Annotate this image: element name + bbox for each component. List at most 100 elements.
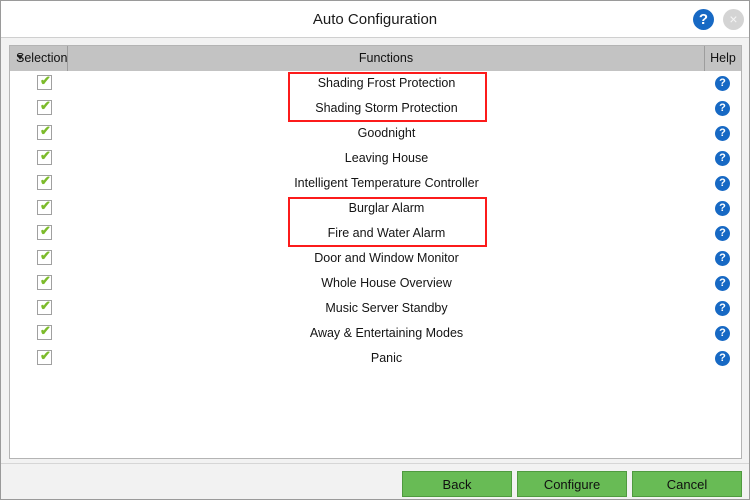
help-cell[interactable]: ? bbox=[705, 96, 741, 121]
help-cell[interactable]: ? bbox=[705, 121, 741, 146]
table-row[interactable]: ✔ Door and Window Monitor? bbox=[10, 246, 741, 271]
selection-cell[interactable]: ✔ bbox=[10, 246, 68, 271]
table-row[interactable]: ✔ Burglar Alarm? bbox=[10, 196, 741, 221]
selection-cell[interactable]: ✔ bbox=[10, 96, 68, 121]
table-row[interactable]: ✔ Goodnight? bbox=[10, 121, 741, 146]
help-cell[interactable]: ? bbox=[705, 196, 741, 221]
page-title: Auto Configuration bbox=[1, 1, 749, 38]
row-help-icon[interactable]: ? bbox=[715, 176, 730, 191]
row-help-icon[interactable]: ? bbox=[715, 151, 730, 166]
title-bar: Auto Configuration ? × bbox=[1, 1, 749, 38]
help-cell[interactable]: ? bbox=[705, 71, 741, 96]
function-name-label: Leaving House bbox=[68, 146, 705, 171]
table-body: ✔Shading Frost Protection?✔Shading Storm… bbox=[10, 71, 741, 371]
selection-cell[interactable]: ✔ bbox=[10, 121, 68, 146]
selection-cell[interactable]: ✔ bbox=[10, 196, 68, 221]
column-header-help-label: Help bbox=[710, 51, 736, 65]
row-help-icon[interactable]: ? bbox=[715, 276, 730, 291]
table-row[interactable]: ✔ Leaving House? bbox=[10, 146, 741, 171]
selection-checkbox[interactable]: ✔ bbox=[37, 125, 52, 140]
help-cell[interactable]: ? bbox=[705, 296, 741, 321]
selection-cell[interactable]: ✔ bbox=[10, 146, 68, 171]
column-header-selection-label: Selection bbox=[16, 51, 67, 65]
row-help-icon[interactable]: ? bbox=[715, 201, 730, 216]
selection-cell[interactable]: ✔ bbox=[10, 321, 68, 346]
checkmark-icon: ✔ bbox=[40, 274, 50, 286]
selection-checkbox[interactable]: ✔ bbox=[37, 225, 52, 240]
table-row[interactable]: ✔ Music Server Standby? bbox=[10, 296, 741, 321]
function-name-label: Door and Window Monitor bbox=[68, 246, 705, 271]
function-name-label: Panic bbox=[68, 346, 705, 371]
column-header-functions-label: Functions bbox=[359, 51, 413, 65]
function-name-label: Goodnight bbox=[68, 121, 705, 146]
checkmark-icon: ✔ bbox=[40, 174, 50, 186]
function-name-label: Fire and Water Alarm bbox=[68, 221, 705, 246]
selection-checkbox[interactable]: ✔ bbox=[37, 275, 52, 290]
table-header-row: Selection Functions Help bbox=[10, 46, 741, 71]
column-header-help[interactable]: Help bbox=[705, 46, 741, 71]
table-row[interactable]: ✔Shading Storm Protection? bbox=[10, 96, 741, 121]
function-name-label: Music Server Standby bbox=[68, 296, 705, 321]
help-cell[interactable]: ? bbox=[705, 321, 741, 346]
checkmark-icon: ✔ bbox=[40, 349, 50, 361]
checkmark-icon: ✔ bbox=[40, 199, 50, 211]
row-help-icon[interactable]: ? bbox=[715, 226, 730, 241]
help-cell[interactable]: ? bbox=[705, 271, 741, 296]
selection-checkbox[interactable]: ✔ bbox=[37, 350, 52, 365]
selection-cell[interactable]: ✔ bbox=[10, 296, 68, 321]
checkmark-icon: ✔ bbox=[40, 249, 50, 261]
row-help-icon[interactable]: ? bbox=[715, 326, 730, 341]
column-header-selection[interactable]: Selection bbox=[10, 46, 68, 71]
selection-checkbox[interactable]: ✔ bbox=[37, 75, 52, 90]
auto-configuration-dialog: Auto Configuration ? × Selection Functio… bbox=[0, 0, 750, 500]
selection-cell[interactable]: ✔ bbox=[10, 346, 68, 371]
checkmark-icon: ✔ bbox=[40, 224, 50, 236]
row-help-icon[interactable]: ? bbox=[715, 301, 730, 316]
help-icon[interactable]: ? bbox=[693, 9, 714, 30]
function-name-label: Whole House Overview bbox=[68, 271, 705, 296]
function-name-label: Intelligent Temperature Controller bbox=[68, 171, 705, 196]
help-cell[interactable]: ? bbox=[705, 221, 741, 246]
checkmark-icon: ✔ bbox=[40, 149, 50, 161]
help-cell[interactable]: ? bbox=[705, 171, 741, 196]
selection-cell[interactable]: ✔ bbox=[10, 71, 68, 96]
row-help-icon[interactable]: ? bbox=[715, 101, 730, 116]
selection-cell[interactable]: ✔ bbox=[10, 271, 68, 296]
sort-indicator-icon bbox=[17, 55, 23, 60]
cancel-button[interactable]: Cancel bbox=[632, 471, 742, 497]
help-cell[interactable]: ? bbox=[705, 246, 741, 271]
table-row[interactable]: ✔ Whole House Overview? bbox=[10, 271, 741, 296]
column-header-functions[interactable]: Functions bbox=[68, 46, 705, 71]
function-name-label: Burglar Alarm bbox=[68, 196, 705, 221]
help-cell[interactable]: ? bbox=[705, 346, 741, 371]
checkmark-icon: ✔ bbox=[40, 74, 50, 86]
close-icon[interactable]: × bbox=[723, 9, 744, 30]
row-help-icon[interactable]: ? bbox=[715, 251, 730, 266]
function-name-label: Shading Frost Protection bbox=[68, 71, 705, 96]
selection-checkbox[interactable]: ✔ bbox=[37, 175, 52, 190]
selection-cell[interactable]: ✔ bbox=[10, 221, 68, 246]
footer-bar: Back Configure Cancel bbox=[1, 463, 749, 499]
selection-cell[interactable]: ✔ bbox=[10, 171, 68, 196]
row-help-icon[interactable]: ? bbox=[715, 351, 730, 366]
help-cell[interactable]: ? bbox=[705, 146, 741, 171]
row-help-icon[interactable]: ? bbox=[715, 126, 730, 141]
selection-checkbox[interactable]: ✔ bbox=[37, 300, 52, 315]
functions-table: Selection Functions Help ✔ Shading Frost … bbox=[9, 45, 742, 459]
table-row[interactable]: ✔Away & Entertaining Modes? bbox=[10, 321, 741, 346]
selection-checkbox[interactable]: ✔ bbox=[37, 200, 52, 215]
table-row[interactable]: ✔ Intelligent Temperature Controller? bbox=[10, 171, 741, 196]
selection-checkbox[interactable]: ✔ bbox=[37, 150, 52, 165]
back-button[interactable]: Back bbox=[402, 471, 512, 497]
table-row[interactable]: ✔ Panic? bbox=[10, 346, 741, 371]
configure-button[interactable]: Configure bbox=[517, 471, 627, 497]
row-help-icon[interactable]: ? bbox=[715, 76, 730, 91]
checkmark-icon: ✔ bbox=[40, 324, 50, 336]
selection-checkbox[interactable]: ✔ bbox=[37, 250, 52, 265]
checkmark-icon: ✔ bbox=[40, 124, 50, 136]
selection-checkbox[interactable]: ✔ bbox=[37, 325, 52, 340]
table-row[interactable]: ✔ Shading Frost Protection? bbox=[10, 71, 741, 96]
table-row[interactable]: ✔ Fire and Water Alarm? bbox=[10, 221, 741, 246]
selection-checkbox[interactable]: ✔ bbox=[37, 100, 52, 115]
checkmark-icon: ✔ bbox=[40, 299, 50, 311]
